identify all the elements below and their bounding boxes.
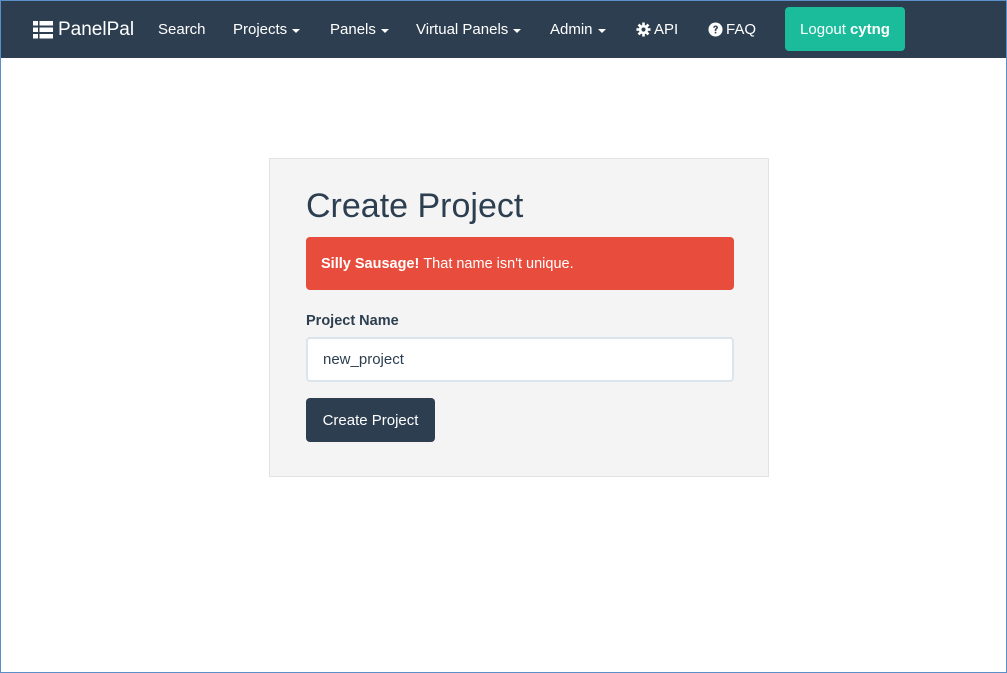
- create-project-button[interactable]: Create Project: [306, 398, 435, 442]
- alert-message: That name isn't unique.: [423, 255, 574, 272]
- question-circle-icon: [708, 22, 723, 37]
- nav-faq[interactable]: FAQ: [708, 1, 756, 58]
- list-icon: [33, 20, 53, 38]
- logout-label: Logout: [800, 20, 846, 38]
- nav-panels-label: Panels: [330, 21, 376, 38]
- create-project-form: Create Project Silly Sausage! That name …: [269, 158, 769, 477]
- nav-virtual-panels-label: Virtual Panels: [416, 21, 509, 38]
- alert-strong-text: Silly Sausage!: [321, 255, 420, 272]
- caret-down-icon: [380, 28, 389, 33]
- brand-link[interactable]: PanelPal: [33, 1, 134, 58]
- brand-label: PanelPal: [58, 18, 135, 40]
- nav-admin-label: Admin: [550, 21, 593, 38]
- error-alert: Silly Sausage! That name isn't unique.: [306, 237, 734, 290]
- project-name-input[interactable]: [306, 337, 734, 382]
- logout-button[interactable]: Logout cytng: [785, 7, 905, 51]
- caret-down-icon: [597, 28, 606, 33]
- nav-faq-label: FAQ: [726, 21, 757, 38]
- nav-virtual-panels-dropdown[interactable]: Virtual Panels: [416, 1, 522, 58]
- project-name-label: Project Name: [306, 313, 399, 329]
- nav-projects-label: Projects: [233, 21, 288, 38]
- nav-admin-dropdown[interactable]: Admin: [550, 1, 606, 58]
- nav-search[interactable]: Search: [158, 1, 206, 58]
- logout-username: cytng: [849, 20, 890, 38]
- page-title: Create Project: [306, 187, 524, 225]
- top-navbar: PanelPal Search Projects Panels Virtual …: [1, 1, 1006, 58]
- nav-projects-dropdown[interactable]: Projects: [233, 1, 301, 58]
- nav-panels-dropdown[interactable]: Panels: [330, 1, 389, 58]
- nav-search-label: Search: [158, 21, 206, 38]
- nav-api-label: API: [654, 21, 679, 38]
- caret-down-icon: [292, 28, 301, 33]
- caret-down-icon: [513, 28, 522, 33]
- nav-api[interactable]: API: [636, 1, 678, 58]
- gear-icon: [636, 22, 651, 37]
